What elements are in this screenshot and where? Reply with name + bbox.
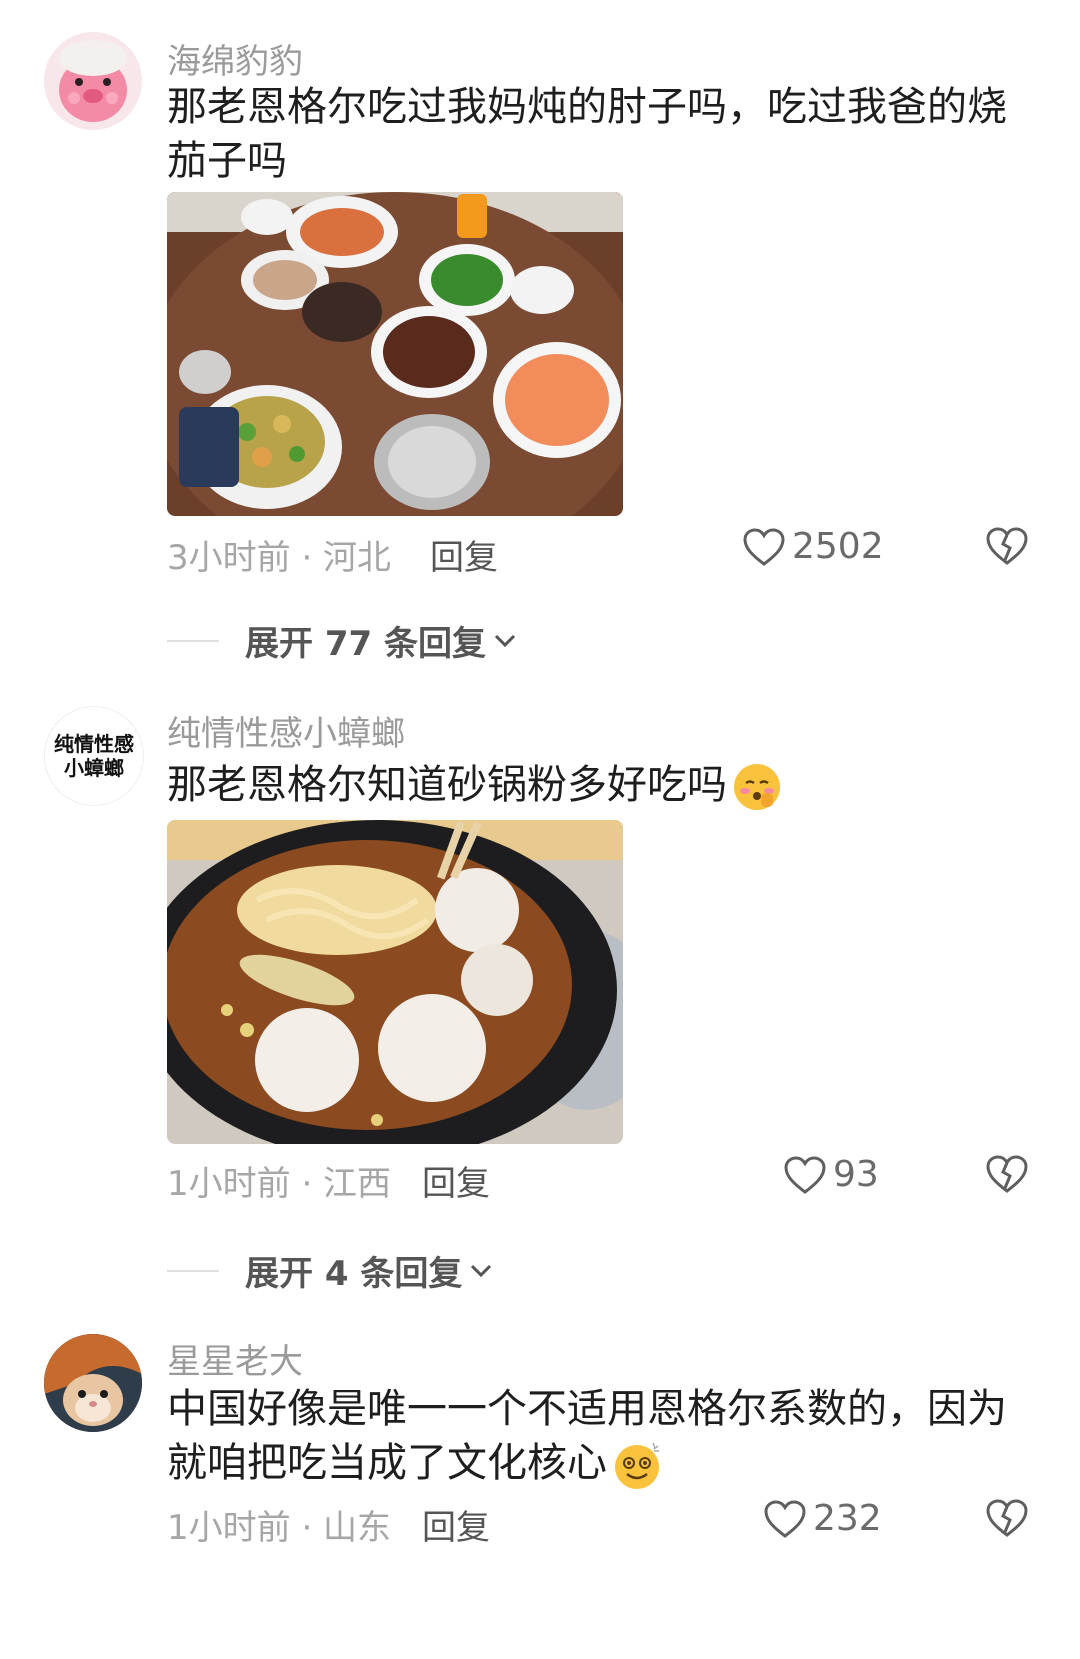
username[interactable]: 海绵豹豹 <box>167 34 303 83</box>
comment-text: 中国好像是唯一一个不适用恩格尔系数的，因为就咱把吃当成了文化核心 <box>167 1386 1007 1486</box>
broken-heart-icon <box>986 1155 1028 1193</box>
like-button[interactable]: 232 <box>763 1498 882 1539</box>
broken-heart-icon <box>986 527 1028 565</box>
like-button[interactable]: 2502 <box>742 526 884 567</box>
comment-item: 纯情性感小蟑螂 纯情性感小蟑螂 那老恩格尔知道砂锅粉多好吃吗 1小时前 · 江西… <box>0 680 1080 1300</box>
like-count: 232 <box>813 1498 882 1539</box>
heart-icon <box>764 1499 806 1538</box>
comment-text: 那老恩格尔吃过我妈炖的肘子吗，吃过我爸的烧茄子吗 <box>167 84 1007 184</box>
chevron-down-icon <box>494 634 516 647</box>
hamster-avatar-icon <box>44 1334 142 1432</box>
pink-beaver-avatar-icon <box>44 32 142 130</box>
dislike-button[interactable] <box>985 1498 1029 1542</box>
avatar[interactable]: 纯情性感小蟑螂 <box>44 706 144 806</box>
expand-replies-button[interactable]: 展开 4 条回复 <box>167 1246 496 1295</box>
chevron-down-icon <box>471 1264 492 1277</box>
username[interactable]: 星星老大 <box>167 1334 303 1383</box>
dislike-button[interactable] <box>985 1154 1029 1198</box>
divider-line <box>167 1269 219 1272</box>
comment-text: 那老恩格尔知道砂锅粉多好吃吗 <box>167 762 727 808</box>
username[interactable]: 纯情性感小蟑螂 <box>167 706 405 755</box>
expand-replies-button[interactable]: 展开 77 条回复 <box>167 616 520 665</box>
comment-item: 星星老大 中国好像是唯一一个不适用恩格尔系数的，因为就咱把吃当成了文化核心 1小… <box>0 1300 1080 1659</box>
shush-emoji-icon <box>734 764 780 810</box>
heart-icon <box>743 527 785 566</box>
comment-photo-claypot-noodles[interactable] <box>167 820 623 1144</box>
comment-photo-dinner-table[interactable] <box>167 192 623 516</box>
reply-button[interactable]: 回复 <box>422 1156 490 1205</box>
broken-heart-icon <box>986 1499 1028 1537</box>
dizzy-smile-emoji-icon <box>615 1442 659 1489</box>
heart-icon <box>784 1155 826 1194</box>
expand-replies-label: 展开 4 条回复 <box>245 1254 463 1294</box>
comment-text-row: 那老恩格尔知道砂锅粉多好吃吗 <box>167 758 1037 813</box>
comment-text-row: 中国好像是唯一一个不适用恩格尔系数的，因为就咱把吃当成了文化核心 <box>167 1382 1037 1491</box>
divider-line <box>167 639 219 642</box>
reply-button[interactable]: 回复 <box>430 530 498 579</box>
avatar-text: 纯情性感小蟑螂 <box>54 732 134 780</box>
comment-time-location: 1小时前 · 山东 <box>167 1508 392 1548</box>
like-count: 2502 <box>792 526 884 567</box>
like-count: 93 <box>833 1154 879 1195</box>
comment-time-location: 1小时前 · 江西 <box>167 1164 392 1204</box>
expand-replies-label: 展开 77 条回复 <box>245 624 486 664</box>
avatar[interactable] <box>44 1334 142 1432</box>
avatar[interactable] <box>44 32 142 130</box>
comment-item: 海绵豹豹 那老恩格尔吃过我妈炖的肘子吗，吃过我爸的烧茄子吗 3小时前 · 河北 … <box>0 0 1080 680</box>
comment-time-location: 3小时前 · 河北 <box>167 538 392 578</box>
reply-button[interactable]: 回复 <box>422 1500 490 1549</box>
dislike-button[interactable] <box>985 526 1029 570</box>
like-button[interactable]: 93 <box>783 1154 879 1195</box>
